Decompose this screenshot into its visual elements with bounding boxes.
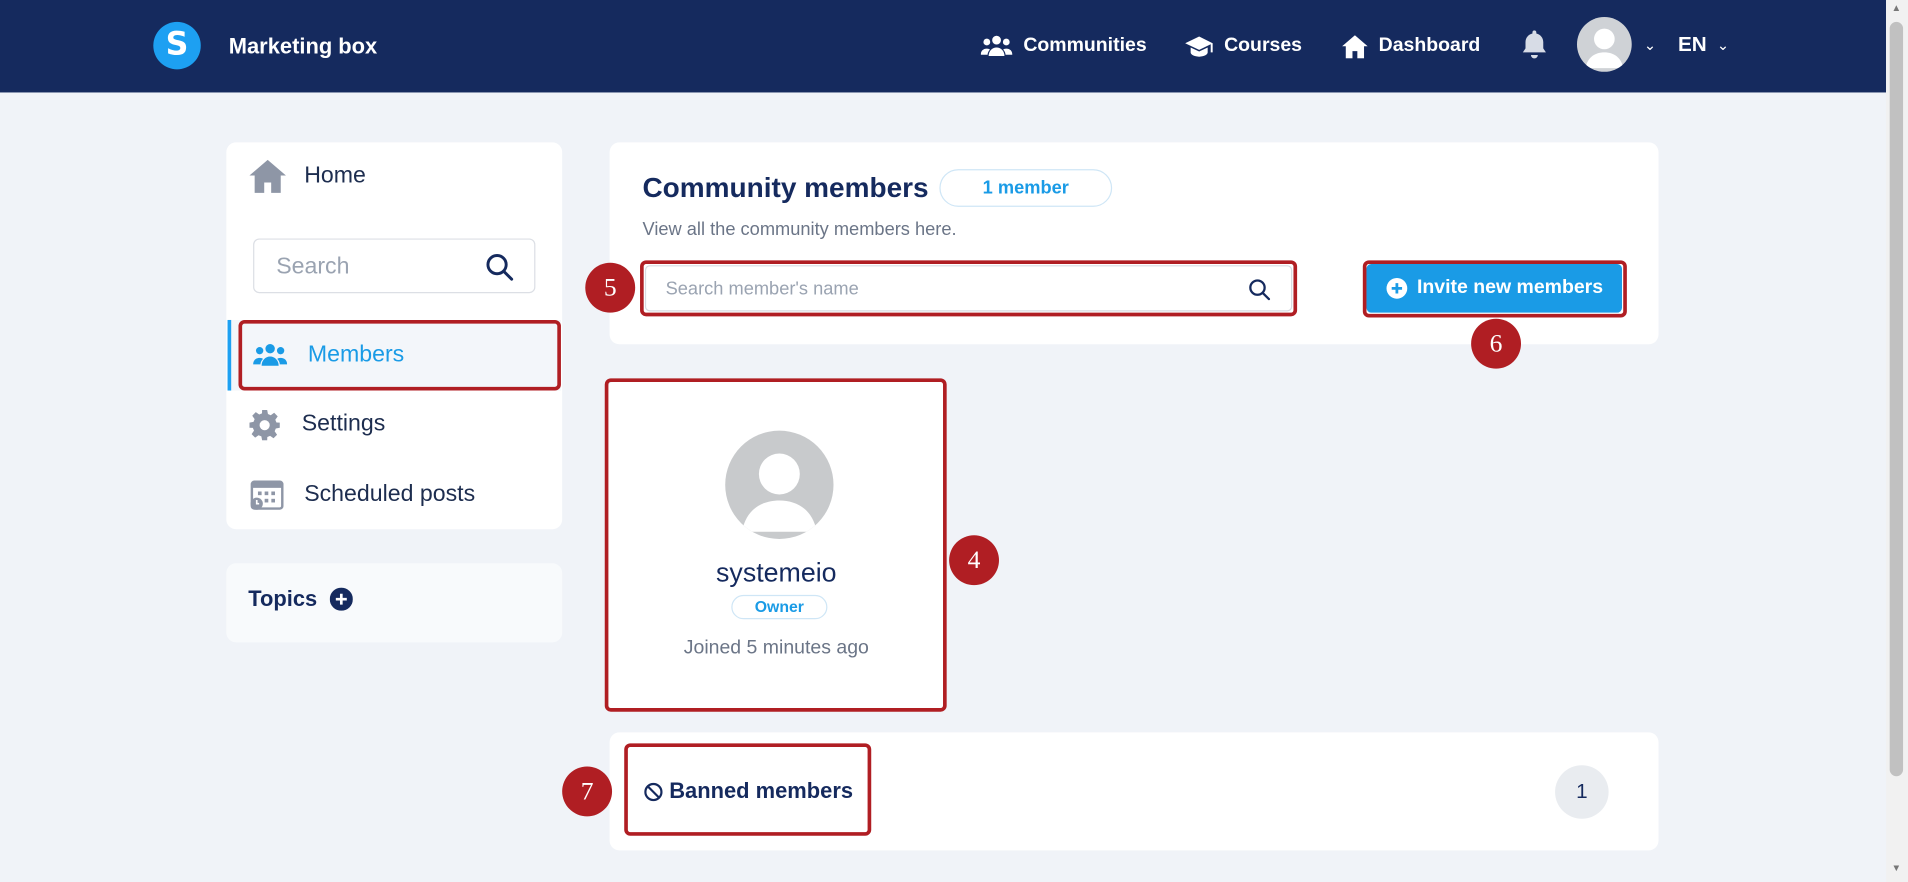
page-subtitle: View all the community members here.: [642, 218, 957, 240]
nav-courses-label: Courses: [1224, 35, 1303, 56]
annotation-marker: 5: [585, 262, 636, 313]
logo-icon[interactable]: S: [153, 21, 201, 70]
nav-communities-label: Communities: [1023, 35, 1147, 56]
users-icon: [980, 35, 1013, 56]
annotation-highlight: [624, 743, 872, 836]
sidebar-item-label: Scheduled posts: [304, 481, 476, 508]
scrollbar-thumb[interactable]: [1889, 21, 1904, 777]
banned-count-badge: 1: [1555, 765, 1609, 819]
home-icon: [1342, 34, 1368, 58]
gear-icon: [249, 409, 280, 440]
user-avatar[interactable]: [1576, 17, 1632, 72]
language-selector[interactable]: EN: [1678, 33, 1707, 57]
annotation-marker: 6: [1471, 318, 1521, 369]
sidebar-item-settings[interactable]: Settings: [228, 395, 561, 453]
graduation-cap-icon: [1185, 35, 1213, 57]
nav-courses[interactable]: Courses: [1185, 29, 1302, 63]
nav-communities[interactable]: Communities: [980, 29, 1147, 63]
sidebar-item-home[interactable]: Home: [228, 147, 561, 205]
chevron-down-icon[interactable]: ⌄: [1644, 36, 1656, 53]
annotation-highlight: [640, 260, 1298, 317]
nav-dashboard[interactable]: Dashboard: [1342, 29, 1480, 63]
member-count-badge: 1 member: [939, 169, 1113, 207]
annotation-marker: 7: [562, 766, 613, 817]
chevron-down-icon[interactable]: ⌄: [1717, 36, 1729, 53]
topics-label: Topics: [248, 586, 318, 611]
sidebar-item-scheduled-posts[interactable]: Scheduled posts: [228, 466, 561, 524]
calendar-icon: [250, 480, 284, 510]
annotation-highlight: [1362, 260, 1627, 318]
sidebar-search-input[interactable]: Search: [253, 238, 536, 294]
add-topic-icon[interactable]: [329, 587, 353, 611]
topics-heading: Topics: [248, 586, 353, 612]
scroll-down-arrow-icon[interactable]: ▼: [1890, 863, 1903, 874]
search-placeholder: Search: [276, 254, 350, 280]
brand-name[interactable]: Marketing box: [229, 34, 377, 60]
page-title: Community members: [642, 171, 929, 204]
home-icon: [249, 159, 286, 193]
bell-icon[interactable]: [1521, 30, 1548, 59]
nav-dashboard-label: Dashboard: [1378, 35, 1481, 56]
annotation-highlight: [238, 319, 561, 391]
search-icon[interactable]: [486, 253, 514, 281]
sidebar-item-label: Home: [304, 163, 366, 189]
sidebar-item-label: Settings: [301, 411, 386, 437]
user-silhouette-icon: [1585, 28, 1624, 69]
scroll-up-arrow-icon[interactable]: ▲: [1890, 2, 1903, 13]
annotation-marker: 4: [949, 535, 999, 586]
annotation-highlight: [604, 378, 947, 712]
